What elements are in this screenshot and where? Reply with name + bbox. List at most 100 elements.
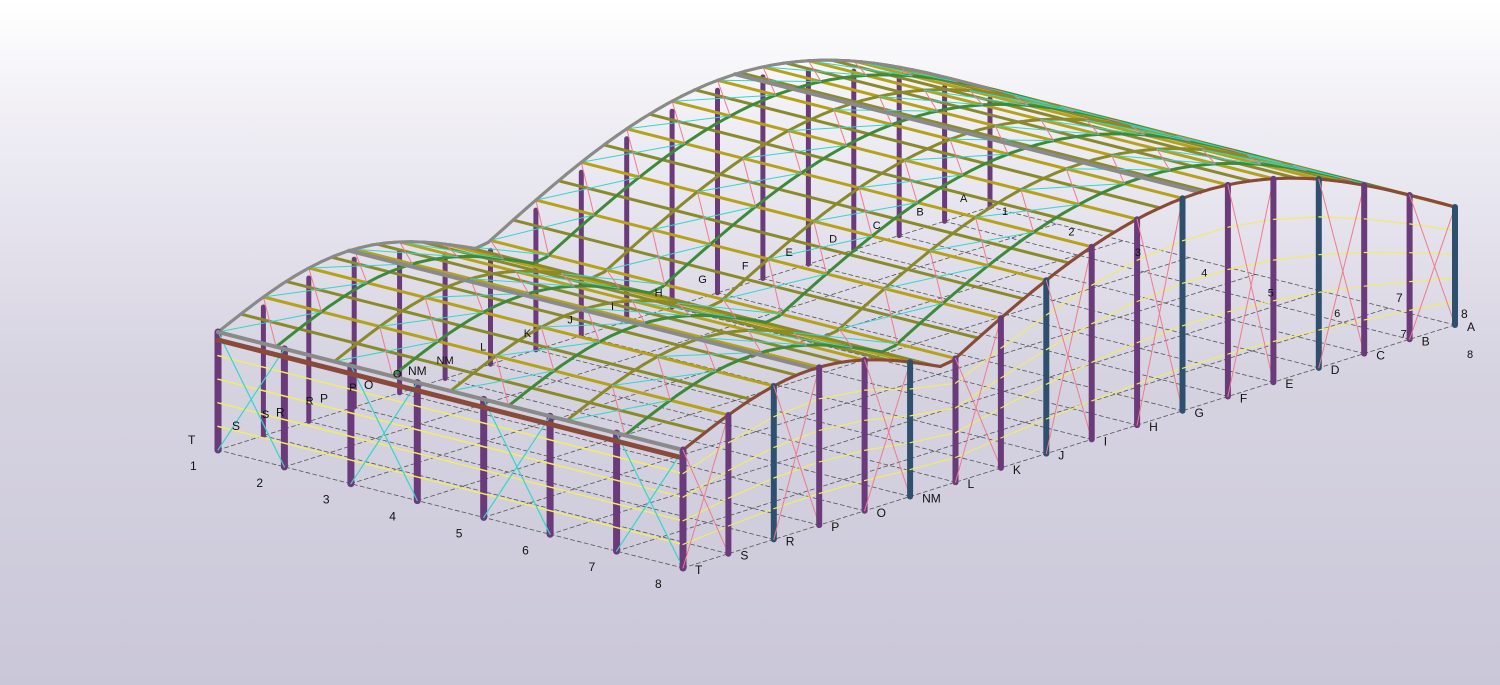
roof-grid-label: 2 xyxy=(1068,226,1074,238)
roof-grid-label: NM xyxy=(437,355,454,367)
roof-grid-label: L xyxy=(480,342,486,354)
eave-beam xyxy=(797,368,814,376)
roof-rafter xyxy=(898,89,915,95)
roof-rafter xyxy=(648,317,665,323)
roof-rafter xyxy=(500,341,517,354)
roof-grid-label: 7 xyxy=(1401,329,1407,341)
grid-label-letter: E xyxy=(1285,377,1293,391)
grid-label-letter: P xyxy=(320,392,328,406)
grid-label-letter: T xyxy=(188,433,196,447)
roof-grid-label: K xyxy=(524,328,532,340)
roof-rafter xyxy=(583,284,600,288)
roof-rafter xyxy=(770,131,787,142)
roof-rafter xyxy=(680,192,696,207)
wall-girt xyxy=(727,477,775,499)
eave-beam xyxy=(1414,195,1431,202)
model-viewport[interactable]: 1 2 3 4 5 6 7 8 T S R P O NM L K J I H G F E D C B A T S R P O NM 7 8 A B C D… xyxy=(0,0,1500,685)
wall-girt xyxy=(818,419,866,431)
grid-label-letter: D xyxy=(1331,363,1340,377)
roof-rafter xyxy=(719,330,736,335)
wall-girt xyxy=(1136,282,1184,303)
grid-label-letter: B xyxy=(1422,334,1430,348)
roof-rafter xyxy=(1221,150,1238,156)
grid-label-letter: F xyxy=(1240,392,1247,406)
eave-beam xyxy=(422,240,439,245)
eave-beam xyxy=(679,88,696,98)
eave-beam xyxy=(1144,206,1161,216)
wall-bracing xyxy=(773,385,820,526)
wall-girt xyxy=(727,446,775,472)
grid-label-number: 4 xyxy=(389,510,396,524)
roof-rafter xyxy=(686,250,703,266)
roof-rafter xyxy=(500,270,516,274)
roof-rafter xyxy=(416,258,432,264)
wall-bracing xyxy=(1045,246,1093,455)
roof-rafter xyxy=(686,131,703,144)
wall-bracing xyxy=(1227,178,1274,397)
eave-beam xyxy=(628,116,645,129)
roof-rafter xyxy=(616,370,633,383)
roof-rafter xyxy=(654,213,671,228)
eave-beam xyxy=(448,243,464,248)
grid-label-number: 7 xyxy=(589,560,596,574)
eave-beam xyxy=(332,250,349,258)
roof-rafter xyxy=(860,175,877,188)
roof-rafter xyxy=(635,289,652,295)
wall-bracing xyxy=(955,317,1002,483)
roof-rafter xyxy=(1034,140,1051,147)
grid-label-letter: A xyxy=(1467,320,1475,334)
eave-beam xyxy=(1183,191,1200,199)
wall-bracing xyxy=(682,414,729,569)
roof-rafter xyxy=(1105,120,1122,126)
roof-rafter xyxy=(1066,117,1083,122)
eave-beam xyxy=(383,240,400,245)
wall-girt xyxy=(909,407,957,417)
roof-rafter xyxy=(977,205,993,217)
eave-beam xyxy=(718,73,735,81)
eave-beam xyxy=(1209,184,1225,191)
structural-3d-model[interactable]: 12345678TSRPONMLKJIHGFEDCBATSRPONM78ABCD… xyxy=(0,0,1500,685)
eave-beam xyxy=(733,400,749,413)
roof-rafter xyxy=(866,127,883,136)
roof-rafter xyxy=(384,311,401,324)
roof-rafter xyxy=(474,272,491,279)
grid-label-number: 5 xyxy=(456,526,463,540)
roof-rafter xyxy=(467,254,484,259)
wall-girt xyxy=(1000,314,1047,349)
roof-grid-label: P xyxy=(349,382,356,394)
wall-girt xyxy=(773,461,820,479)
wall-girt xyxy=(818,480,866,495)
roof-rafter xyxy=(1189,163,1206,168)
eave-beam xyxy=(499,217,516,233)
roof-rafter xyxy=(429,256,445,262)
wall-girt xyxy=(1091,300,1138,325)
roof-rafter xyxy=(1118,150,1135,156)
roof-rafter xyxy=(1092,154,1109,162)
roof-rafter xyxy=(706,331,723,338)
roof-rafter xyxy=(474,359,491,373)
roof-rafter xyxy=(790,343,807,348)
grid-label-letter: S xyxy=(232,419,240,433)
eave-beam xyxy=(1003,302,1019,317)
roof-rafter xyxy=(808,112,825,122)
roof-rafter xyxy=(828,258,845,273)
roof-rafter xyxy=(776,178,793,191)
wall-girt xyxy=(773,429,820,448)
wall-girt xyxy=(1181,226,1229,242)
roof-rafter xyxy=(957,104,973,109)
roof-rafter xyxy=(738,316,755,322)
grid-label-number: 6 xyxy=(522,543,529,557)
grid-label-number: 8 xyxy=(1461,307,1468,321)
grid-label-letter: H xyxy=(1149,420,1158,434)
roof-grid-label: O xyxy=(393,369,402,381)
wall-girt xyxy=(773,492,820,510)
wall-girt xyxy=(954,407,1002,434)
eave-beam xyxy=(938,358,955,368)
roof-grid-label: A xyxy=(960,193,968,205)
roof-rafter xyxy=(416,344,433,358)
eave-beam xyxy=(835,359,852,365)
roof-rafter xyxy=(1060,205,1077,216)
roof-rafter xyxy=(1131,148,1148,154)
roof-rafter xyxy=(906,321,923,336)
roof-rafter xyxy=(364,275,381,285)
